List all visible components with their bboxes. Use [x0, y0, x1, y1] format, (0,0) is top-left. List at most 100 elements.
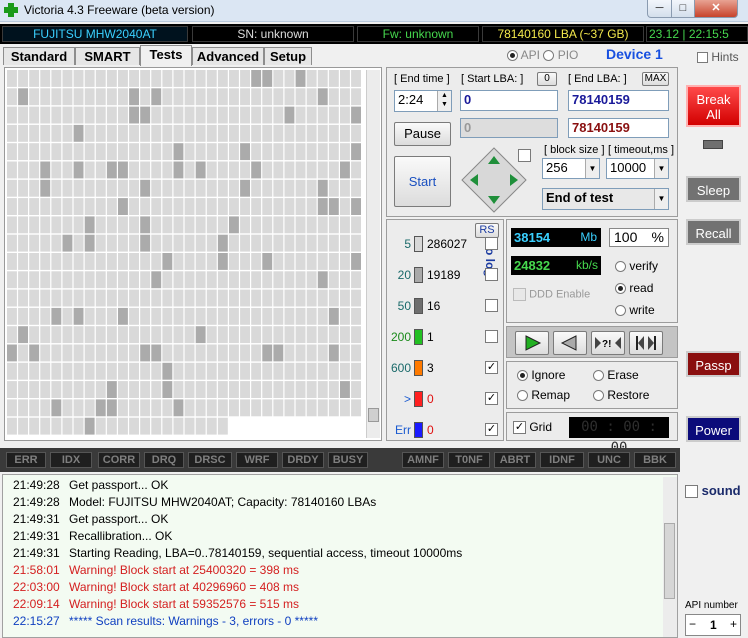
passport-button[interactable]: Passp — [686, 351, 741, 377]
grid-block — [184, 362, 195, 380]
end-time-spinner[interactable]: ▲ ▼ — [437, 91, 451, 111]
tab-tests[interactable]: Tests — [140, 45, 192, 66]
erase-option[interactable]: Erase — [593, 368, 639, 382]
grid-block — [229, 198, 239, 215]
range-log-checkbox[interactable]: ✓ — [485, 423, 498, 436]
recall-button[interactable]: Recall — [686, 219, 741, 245]
range-log-checkbox[interactable] — [485, 330, 498, 343]
end-lba-input[interactable]: 78140159 — [568, 90, 669, 111]
grid-scroll-thumb[interactable] — [368, 408, 379, 422]
random-seek-button[interactable]: ?! — [591, 331, 625, 355]
grid-block — [206, 417, 217, 435]
range-log-checkbox[interactable] — [485, 268, 498, 281]
log-scrollbar[interactable] — [663, 477, 677, 637]
hints-checkbox[interactable] — [697, 52, 708, 64]
restore-option[interactable]: Restore — [593, 388, 649, 402]
log-entry: 21:49:31 Get passport... OK — [3, 511, 677, 528]
verify-radio[interactable] — [615, 261, 626, 273]
range-row: Err 0 ✓ — [387, 421, 505, 441]
restore-radio[interactable] — [593, 390, 604, 402]
grid-toggle[interactable]: ✓ Grid — [513, 420, 552, 435]
direction-checkbox[interactable] — [518, 149, 531, 162]
pio-radio[interactable] — [543, 50, 555, 62]
butterfly-button[interactable] — [629, 331, 663, 355]
maximize-button[interactable]: □ — [671, 0, 695, 18]
verify-option[interactable]: verify — [615, 259, 658, 273]
grid-block — [217, 307, 228, 325]
grid-block — [251, 198, 262, 215]
grid-block — [173, 381, 184, 398]
tab-smart[interactable]: SMART — [75, 47, 140, 65]
grid-scrollbar[interactable] — [366, 70, 380, 438]
power-button[interactable]: Power — [686, 416, 741, 442]
range-log-checkbox[interactable] — [485, 299, 498, 312]
erase-radio[interactable] — [593, 370, 604, 382]
decrement-icon[interactable]: − — [689, 617, 696, 631]
grid-block — [129, 179, 139, 197]
play-button[interactable] — [515, 331, 549, 355]
ddd-enable[interactable]: DDD Enable — [513, 288, 590, 301]
grid-block — [351, 179, 361, 197]
close-button[interactable]: ✕ — [694, 0, 738, 18]
grid-block — [306, 271, 317, 289]
tab-setup[interactable]: Setup — [264, 47, 312, 65]
write-option[interactable]: write — [615, 303, 655, 317]
end-time-field[interactable]: 2:24 ▲ ▼ — [394, 90, 452, 112]
grid-block — [184, 326, 195, 344]
increment-icon[interactable]: + — [730, 617, 737, 631]
grid-block — [317, 344, 328, 362]
status-flag: IDX — [50, 452, 92, 468]
chevron-down-icon: ▼ — [654, 159, 668, 178]
start-lba-zero-button[interactable]: 0 — [537, 72, 557, 86]
grid-block — [106, 143, 117, 161]
ignore-option[interactable]: Ignore — [517, 368, 565, 382]
ddd-checkbox[interactable] — [513, 288, 526, 301]
grid-block — [284, 88, 295, 106]
sound-checkbox[interactable] — [685, 485, 698, 499]
start-button[interactable]: Start — [394, 156, 451, 207]
minimize-button[interactable]: ─ — [647, 0, 672, 18]
event-log: 21:49:28 Get passport... OK 21:49:28 Model:… — [2, 474, 678, 638]
random-seek-icon: ?! — [595, 337, 621, 350]
read-option[interactable]: read — [615, 281, 653, 295]
api-number-stepper[interactable]: − 1 + — [685, 614, 741, 636]
end-action-select[interactable]: End of test ▼ — [542, 188, 669, 210]
pause-button[interactable]: Pause — [394, 122, 451, 146]
grid-block — [251, 271, 262, 289]
break-all-button[interactable]: Break All — [686, 85, 741, 127]
grid-block — [140, 253, 151, 270]
tab-standard[interactable]: Standard — [3, 47, 75, 65]
sleep-button[interactable]: Sleep — [686, 176, 741, 202]
remap-option[interactable]: Remap — [517, 388, 570, 402]
grid-block — [262, 88, 273, 106]
tab-advanced[interactable]: Advanced — [192, 47, 264, 65]
rewind-button[interactable] — [553, 331, 587, 355]
ranges-list: 5 286027 20 19189 50 16 200 1 600 3 ✓ >0 ✓ Err 0 ✓ — [387, 220, 505, 442]
write-radio[interactable] — [615, 305, 626, 317]
start-lba-label: [ Start LBA: ] — [461, 73, 524, 85]
ignore-radio[interactable] — [517, 370, 528, 382]
log-entry: 21:49:31 Recallibration... OK — [3, 528, 677, 545]
grid-block — [129, 399, 139, 417]
range-log-checkbox[interactable]: ✓ — [485, 392, 498, 405]
remap-radio[interactable] — [517, 390, 528, 402]
grid-block — [340, 161, 350, 179]
range-log-checkbox[interactable] — [485, 237, 498, 250]
block-size-select[interactable]: 256 ▼ — [542, 158, 600, 179]
read-radio[interactable] — [615, 283, 626, 295]
grid-block — [62, 307, 73, 325]
log-scroll-thumb[interactable] — [664, 523, 675, 599]
end-lba-max-button[interactable]: MAX — [642, 72, 669, 86]
grid-block — [340, 179, 350, 197]
grid-block — [51, 307, 62, 325]
start-lba-input[interactable]: 0 — [460, 90, 558, 111]
grid-checkbox[interactable]: ✓ — [513, 421, 526, 435]
sound-toggle[interactable]: sound — [685, 483, 741, 499]
rewind-icon — [560, 335, 577, 351]
api-radio[interactable] — [507, 50, 518, 62]
grid-block — [317, 88, 328, 106]
grid-block — [284, 381, 295, 398]
timeout-select[interactable]: 10000 ▼ — [606, 158, 669, 179]
hints-toggle[interactable]: Hints — [697, 50, 739, 64]
range-log-checkbox[interactable]: ✓ — [485, 361, 498, 374]
